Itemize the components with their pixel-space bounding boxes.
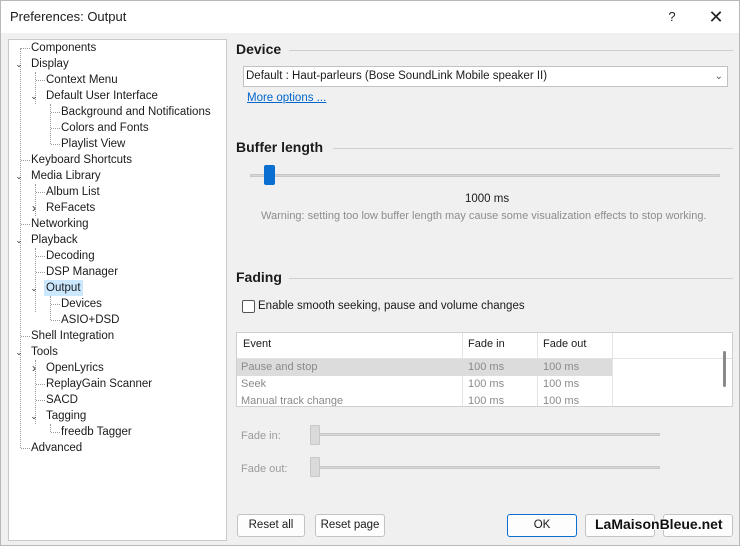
preferences-tree[interactable]: Components ⌄ Display Context Menu ⌄ Defa…: [8, 39, 227, 541]
fading-heading: Fading: [236, 269, 282, 285]
tree-item-label: SACD: [46, 394, 78, 406]
chevron-down-icon[interactable]: ⌄: [14, 344, 24, 360]
tree-item-label: Context Menu: [46, 74, 118, 86]
ok-button[interactable]: OK: [507, 514, 577, 537]
fade-out-cell: 100 ms: [543, 378, 580, 390]
section-divider: [333, 148, 733, 149]
tree-item-label: Components: [31, 42, 97, 54]
buffer-warning-text: Warning: setting too low buffer length m…: [261, 210, 707, 222]
buffer-length-value: 1000 ms: [465, 193, 510, 205]
event-cell: Seek: [241, 378, 267, 390]
table-scrollbar[interactable]: [723, 351, 726, 387]
tree-item-label: ASIO+DSD: [61, 314, 120, 326]
fade-in-label: Fade in:: [241, 430, 281, 442]
section-divider: [289, 278, 733, 279]
chevron-down-icon[interactable]: ⌄: [29, 408, 39, 424]
tree-item-label: Keyboard Shortcuts: [31, 154, 133, 166]
tree-item-label: ReFacets: [46, 202, 96, 214]
chevron-down-icon[interactable]: ⌄: [29, 280, 39, 296]
close-button[interactable]: ✕: [701, 5, 731, 29]
fade-in-cell: 100 ms: [468, 361, 505, 373]
tree-connector: [20, 48, 21, 448]
fade-out-cell: 100 ms: [543, 395, 580, 407]
tree-item-label: Decoding: [46, 250, 95, 262]
title-bar: Preferences: Output ? ✕: [1, 1, 739, 33]
tree-item-label: freedb Tagger: [61, 426, 132, 438]
tree-item-label: ReplayGain Scanner: [46, 378, 153, 390]
window-title: Preferences: Output: [10, 9, 127, 24]
tree-item-label: Media Library: [31, 170, 101, 182]
smooth-seeking-label[interactable]: Enable smooth seeking, pause and volume …: [258, 300, 525, 312]
device-select[interactable]: Default : Haut-parleurs (Bose SoundLink …: [243, 66, 728, 87]
table-row[interactable]: Pause and stop 100 ms 100 ms: [237, 359, 612, 376]
tree-item-label: Default User Interface: [46, 90, 158, 102]
chevron-down-icon: ⌄: [714, 71, 723, 82]
event-cell: Manual track change: [241, 395, 344, 407]
table-row[interactable]: Seek 100 ms 100 ms: [237, 376, 612, 393]
tree-item-label: Shell Integration: [31, 330, 115, 342]
reset-page-button[interactable]: Reset page: [315, 514, 385, 537]
tree-item-label: OpenLyrics: [46, 362, 104, 374]
tree-item-label: Playback: [31, 234, 78, 246]
fade-in-cell: 100 ms: [468, 378, 505, 390]
tree-item-label: Networking: [31, 218, 89, 230]
tree-item-label: Output: [44, 280, 83, 296]
event-cell: Pause and stop: [241, 361, 318, 373]
chevron-right-icon[interactable]: ›: [29, 200, 39, 216]
tree-item-label: Advanced: [31, 442, 83, 454]
buffer-length-heading: Buffer length: [236, 139, 324, 155]
column-header-fade-out[interactable]: Fade out: [539, 336, 586, 356]
device-select-value: Default : Haut-parleurs (Bose SoundLink …: [246, 70, 548, 82]
fade-in-cell: 100 ms: [468, 395, 505, 407]
tree-connector: [50, 424, 51, 432]
tree-connector: [50, 104, 51, 144]
tree-item-label: DSP Manager: [46, 266, 119, 278]
chevron-right-icon[interactable]: ›: [29, 360, 39, 376]
column-header-fade-in[interactable]: Fade in: [464, 336, 505, 356]
device-heading: Device: [236, 41, 282, 57]
buffer-length-slider-track[interactable]: [250, 174, 720, 177]
more-options-link[interactable]: More options ...: [247, 92, 326, 104]
chevron-down-icon[interactable]: ⌄: [29, 88, 39, 104]
fade-out-slider-track[interactable]: [314, 466, 660, 469]
tree-item-label: Tagging: [46, 410, 87, 422]
section-divider: [289, 50, 733, 51]
watermark-text: LaMaisonBleue.net: [595, 516, 723, 532]
tree-item-label: Playlist View: [61, 138, 126, 150]
tree-connector: [50, 296, 51, 320]
smooth-seeking-checkbox[interactable]: [242, 300, 255, 313]
tree-item-label: Display: [31, 58, 69, 70]
tree-item-label: Background and Notifications: [61, 106, 211, 118]
help-button[interactable]: ?: [657, 5, 687, 29]
chevron-down-icon[interactable]: ⌄: [14, 168, 24, 184]
fade-in-slider-track[interactable]: [314, 433, 660, 436]
fade-out-label: Fade out:: [241, 463, 288, 475]
column-divider: [612, 333, 613, 406]
tree-item-label: Devices: [61, 298, 102, 310]
fade-out-slider-thumb[interactable]: [310, 457, 320, 477]
tree-item-label: Colors and Fonts: [61, 122, 149, 134]
chevron-down-icon[interactable]: ⌄: [14, 232, 24, 248]
tree-item-label: Album List: [46, 186, 100, 198]
tree-item-label: Tools: [31, 346, 58, 358]
fade-in-slider-thumb[interactable]: [310, 425, 320, 445]
table-row[interactable]: Manual track change 100 ms 100 ms: [237, 393, 612, 407]
buffer-length-slider-thumb[interactable]: [264, 165, 275, 185]
fade-events-table[interactable]: Event Fade in Fade out Pause and stop 10…: [236, 332, 733, 407]
column-header-event[interactable]: Event: [239, 336, 271, 356]
reset-all-button[interactable]: Reset all: [237, 514, 305, 537]
chevron-down-icon[interactable]: ⌄: [14, 56, 24, 72]
preferences-window: Preferences: Output ? ✕ Components ⌄ Dis…: [0, 0, 740, 546]
fade-out-cell: 100 ms: [543, 361, 580, 373]
